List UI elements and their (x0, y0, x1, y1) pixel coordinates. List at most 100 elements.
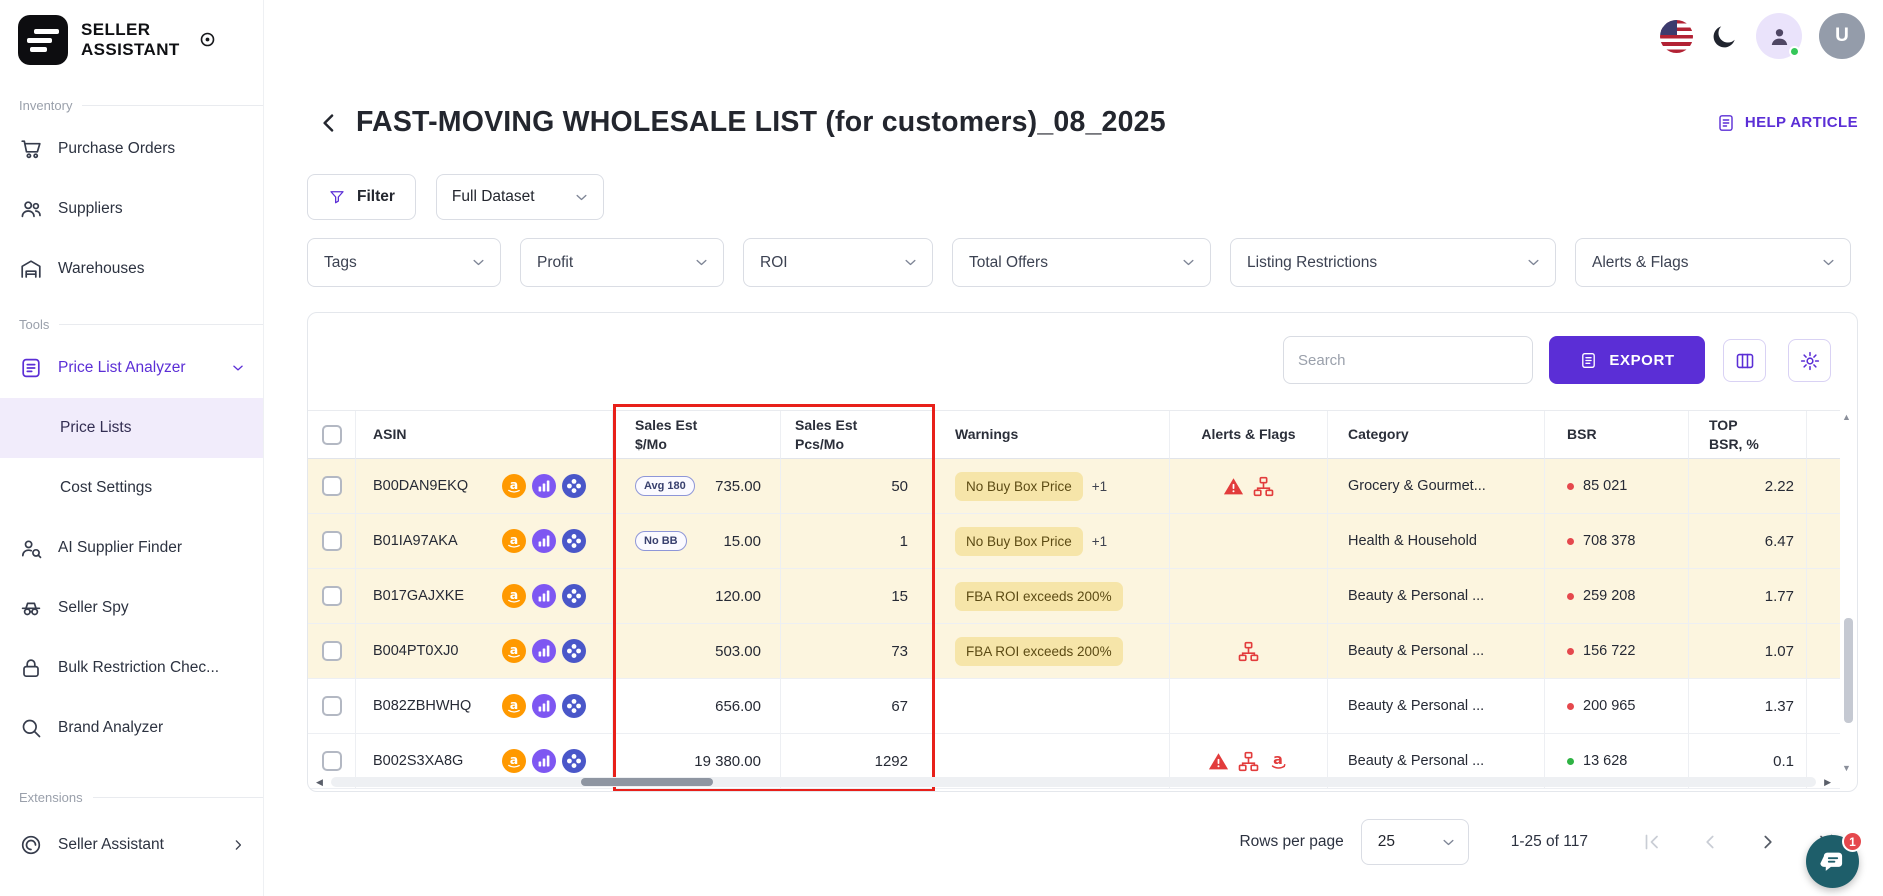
prev-page-button[interactable] (1698, 830, 1722, 854)
sitemap-icon[interactable] (1252, 475, 1275, 498)
horizontal-scroll-thumb[interactable] (580, 778, 713, 786)
select-all-checkbox[interactable] (321, 424, 342, 445)
warning-triangle-icon[interactable] (1207, 750, 1230, 773)
chart-icon[interactable] (532, 529, 556, 553)
column-header-bsr[interactable]: BSR (1545, 411, 1689, 459)
sidebar-item-seller-spy[interactable]: Seller Spy (0, 578, 263, 638)
warning-chip[interactable]: No Buy Box Price (955, 526, 1083, 556)
row-checkbox[interactable] (321, 586, 342, 606)
product-group-icon[interactable] (562, 584, 586, 608)
sitemap-icon[interactable] (1237, 750, 1260, 773)
horizontal-scroll-track[interactable] (330, 777, 1817, 787)
row-checkbox[interactable] (321, 696, 342, 716)
row-checkbox[interactable] (321, 751, 342, 771)
warning-triangle-icon[interactable] (1222, 475, 1245, 498)
column-header-asin[interactable]: ASIN (356, 411, 613, 459)
sidebar-item-brand-analyzer[interactable]: Brand Analyzer (0, 698, 263, 758)
asin-value[interactable]: B004PT0XJ0 (373, 643, 458, 659)
amazon-icon[interactable]: a (502, 529, 526, 553)
asin-value[interactable]: B002S3XA8G (373, 753, 463, 769)
vertical-scrollbar[interactable]: ▲ ▼ (1841, 413, 1854, 773)
chart-icon[interactable] (532, 694, 556, 718)
row-checkbox[interactable] (321, 641, 342, 661)
column-header-sales-est-pcs-mo[interactable]: Sales Est Pcs/Mo (781, 411, 935, 459)
account-button[interactable] (1756, 13, 1802, 59)
filter-dropdown-profit[interactable]: Profit (520, 238, 724, 287)
filter-button[interactable]: Filter (307, 174, 416, 220)
chart-icon[interactable] (532, 584, 556, 608)
sidebar-item-suppliers[interactable]: Suppliers (0, 179, 263, 239)
column-header-sales-est-mo[interactable]: Sales Est $/Mo (613, 411, 781, 459)
scroll-right-arrow[interactable]: ▶ (1824, 777, 1831, 787)
filter-dropdown-total-offers[interactable]: Total Offers (952, 238, 1211, 287)
sidebar-item-price-lists[interactable]: Price Lists (0, 398, 263, 458)
amazon-icon[interactable]: a (502, 694, 526, 718)
asin-value[interactable]: B017GAJXKE (373, 588, 464, 604)
product-group-icon[interactable] (562, 639, 586, 663)
product-group-icon[interactable] (562, 474, 586, 498)
asin-value[interactable]: B00DAN9EKQ (373, 478, 468, 494)
chart-icon[interactable] (532, 639, 556, 663)
language-flag-icon[interactable] (1660, 19, 1693, 53)
scroll-down-arrow[interactable]: ▼ (1842, 764, 1851, 773)
sidebar-item-cost-settings[interactable]: Cost Settings (0, 458, 263, 518)
warning-chip[interactable]: FBA ROI exceeds 200% (955, 581, 1123, 611)
asin-value[interactable]: B082ZBHWHQ (373, 698, 471, 714)
filter-dropdown-roi[interactable]: ROI (743, 238, 933, 287)
warning-chip[interactable]: No Buy Box Price (955, 471, 1083, 501)
chart-icon[interactable] (532, 474, 556, 498)
amazon-alert-icon[interactable]: a (1267, 750, 1290, 773)
column-header-alerts-flags[interactable]: Alerts & Flags (1170, 411, 1328, 459)
sales-usd-cell: 656.00 (613, 679, 781, 734)
sidebar-item-bulk-restriction-chec[interactable]: Bulk Restriction Chec... (0, 638, 263, 698)
sidebar-item-ai-supplier-finder[interactable]: AI Supplier Finder (0, 518, 263, 578)
sidebar-collapse-icon[interactable] (198, 30, 217, 49)
back-button[interactable] (316, 110, 342, 136)
dark-mode-toggle-icon[interactable] (1710, 22, 1739, 51)
user-avatar[interactable]: U (1819, 13, 1865, 59)
help-article-link[interactable]: HELP ARTICLE (1716, 113, 1858, 133)
row-checkbox[interactable] (321, 531, 342, 551)
help-article-label: HELP ARTICLE (1744, 114, 1858, 131)
dataset-selector[interactable]: Full Dataset (435, 174, 604, 220)
next-page-button[interactable] (1756, 830, 1780, 854)
table-settings-button[interactable] (1788, 339, 1831, 382)
product-group-icon[interactable] (562, 749, 586, 773)
chart-icon[interactable] (532, 749, 556, 773)
section-label-text: Inventory (19, 98, 73, 113)
horizontal-scrollbar[interactable]: ◀ ▶ (316, 776, 1831, 788)
column-header-category[interactable]: Category (1328, 411, 1545, 459)
amazon-icon[interactable]: a (502, 584, 526, 608)
scroll-left-arrow[interactable]: ◀ (316, 777, 323, 787)
sidebar-item-seller-assistant[interactable]: Seller Assistant (0, 815, 263, 875)
amazon-icon[interactable]: a (502, 749, 526, 773)
filter-dropdown-listing-restrictions[interactable]: Listing Restrictions (1230, 238, 1556, 287)
row-checkbox[interactable] (321, 476, 342, 496)
export-button[interactable]: EXPORT (1549, 336, 1705, 384)
first-page-button[interactable] (1640, 830, 1664, 854)
sidebar-item-price-list-analyzer[interactable]: Price List Analyzer (0, 338, 263, 398)
chat-launcher[interactable]: 1 (1806, 831, 1863, 888)
warning-chip[interactable]: FBA ROI exceeds 200% (955, 636, 1123, 666)
search-input[interactable] (1283, 336, 1533, 384)
vertical-scroll-thumb[interactable] (1844, 618, 1853, 723)
lock-icon (19, 656, 43, 680)
warning-more-count[interactable]: +1 (1092, 479, 1107, 494)
column-header-top-bsr[interactable]: TOP BSR, % (1689, 411, 1807, 459)
product-group-icon[interactable] (562, 529, 586, 553)
rows-per-page-selector[interactable]: 25 (1360, 819, 1469, 865)
amazon-icon[interactable]: a (502, 474, 526, 498)
amazon-icon[interactable]: a (502, 639, 526, 663)
filter-dropdown-label: ROI (760, 253, 788, 271)
filter-dropdown-tags[interactable]: Tags (307, 238, 501, 287)
sidebar-item-purchase-orders[interactable]: Purchase Orders (0, 119, 263, 179)
sidebar-item-warehouses[interactable]: Warehouses (0, 239, 263, 299)
columns-button[interactable] (1723, 339, 1766, 382)
sitemap-icon[interactable] (1237, 640, 1260, 663)
column-header-warnings[interactable]: Warnings (935, 411, 1170, 459)
filter-dropdown-alerts-flags[interactable]: Alerts & Flags (1575, 238, 1851, 287)
product-group-icon[interactable] (562, 694, 586, 718)
scroll-up-arrow[interactable]: ▲ (1842, 413, 1851, 422)
asin-value[interactable]: B01IA97AKA (373, 533, 458, 549)
warning-more-count[interactable]: +1 (1092, 534, 1107, 549)
